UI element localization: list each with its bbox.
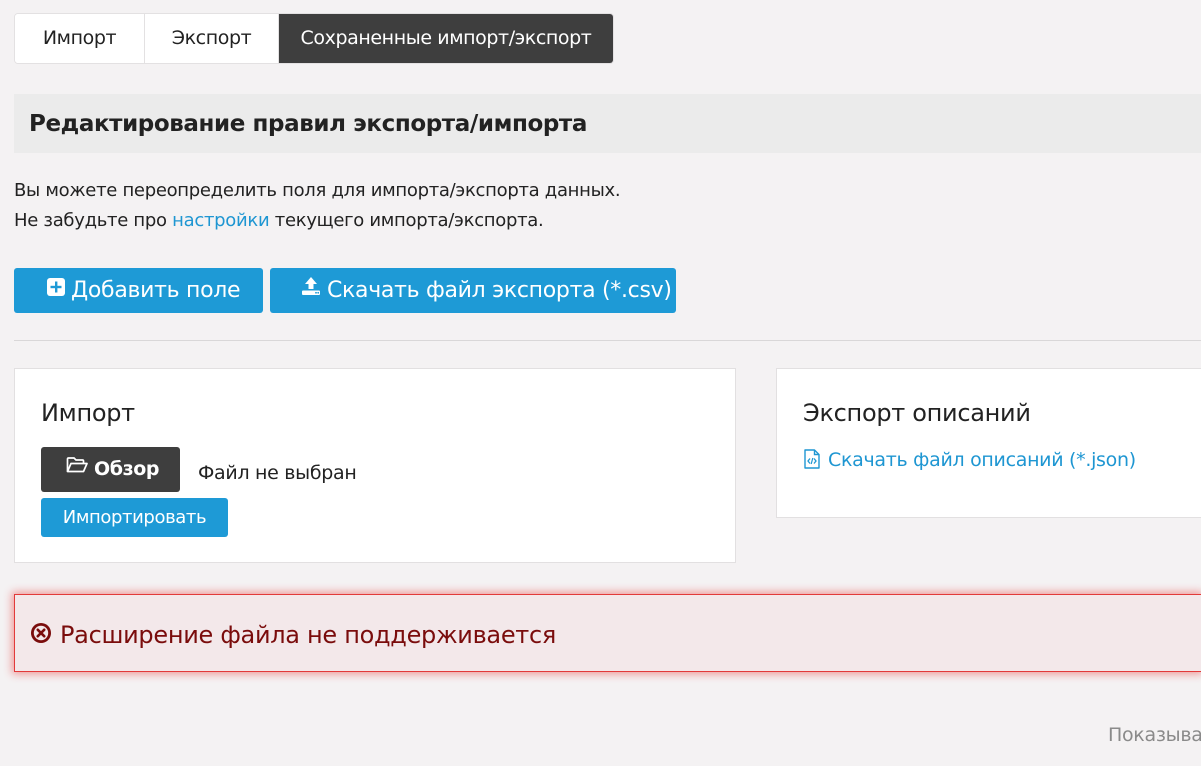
export-descriptions-panel: Экспорт описаний Скачать файл описаний (… <box>776 368 1201 518</box>
browse-label: Обзор <box>94 458 160 480</box>
add-field-button[interactable]: Добавить поле <box>14 268 263 313</box>
tab-saved-import-export[interactable]: Сохраненные импорт/экспорт <box>279 14 613 63</box>
tab-import[interactable]: Импорт <box>15 14 145 63</box>
plus-square-icon <box>47 267 65 312</box>
export-panel-title: Экспорт описаний <box>803 399 1031 427</box>
tab-bar: Импорт Экспорт Сохраненные импорт/экспор… <box>14 13 614 64</box>
description-text-after: текущего импорта/экспорта. <box>269 210 544 231</box>
description-line-1: Вы можете переопределить поля для импорт… <box>14 180 621 201</box>
download-descriptions-link[interactable]: Скачать файл описаний (*.json) <box>804 448 1136 471</box>
pagination-info: Показыва <box>1108 724 1201 746</box>
page-title: Редактирование правил экспорта/импорта <box>29 111 587 137</box>
file-status: Файл не выбран <box>198 462 357 484</box>
add-field-label: Добавить поле <box>71 278 241 303</box>
divider <box>14 340 1201 341</box>
error-text: Расширение файла не поддерживается <box>60 621 557 649</box>
tab-export[interactable]: Экспорт <box>145 14 279 63</box>
import-panel-title: Импорт <box>41 399 135 427</box>
import-panel: Импорт Обзор Файл не выбран Импортироват… <box>14 368 736 563</box>
error-message: Расширение файла не поддерживается <box>30 595 556 675</box>
section-header: Редактирование правил экспорта/импорта <box>14 94 1201 153</box>
description-text-before: Не забудьте про <box>14 210 173 231</box>
file-code-icon <box>804 448 820 469</box>
description-line-2: Не забудьте про настройки текущего импор… <box>14 210 544 231</box>
times-circle-icon <box>31 623 51 643</box>
folder-open-icon <box>66 445 88 490</box>
download-export-button[interactable]: Скачать файл экспорта (*.csv) <box>270 268 676 313</box>
download-descriptions-label: Скачать файл описаний (*.json) <box>828 449 1136 471</box>
settings-link[interactable]: настройки <box>172 210 270 231</box>
upload-icon <box>301 267 321 312</box>
download-export-label: Скачать файл экспорта (*.csv) <box>327 278 672 303</box>
error-alert: Расширение файла не поддерживается <box>14 594 1201 672</box>
browse-button[interactable]: Обзор <box>41 447 180 492</box>
import-button[interactable]: Импортировать <box>41 498 228 537</box>
